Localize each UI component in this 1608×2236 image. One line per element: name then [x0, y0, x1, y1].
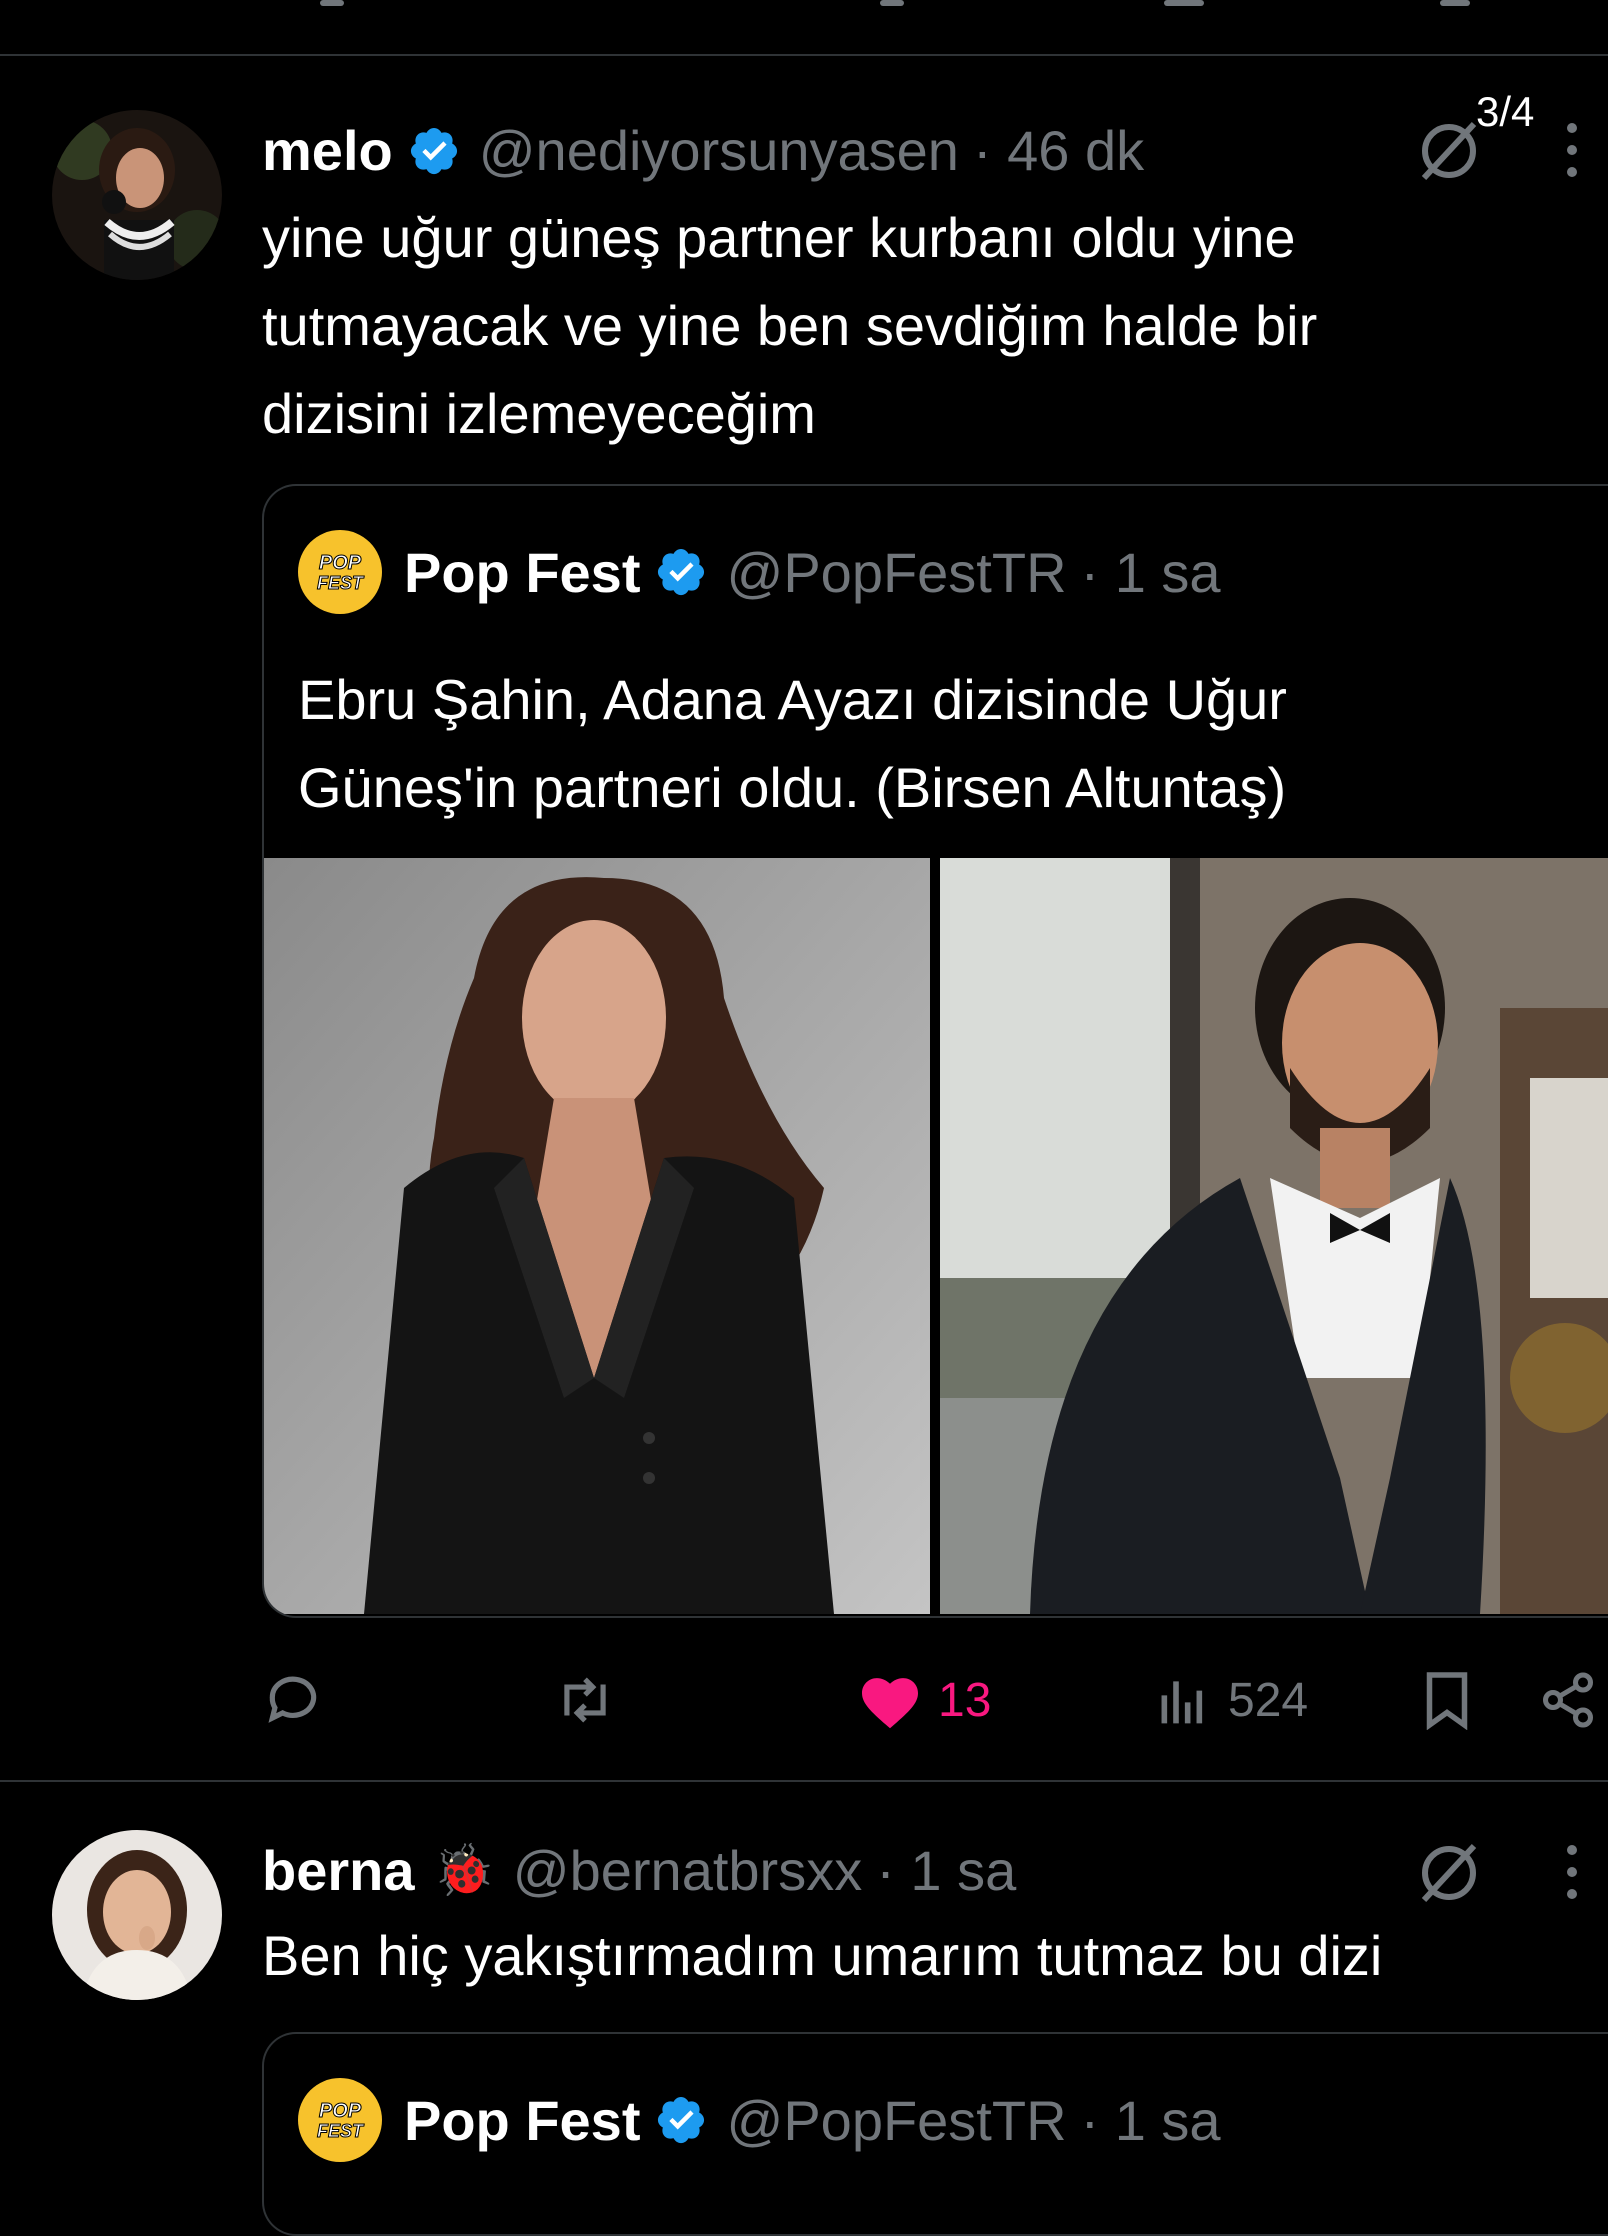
tweet-text-line: dizisini izlemeyeceğim: [262, 382, 816, 445]
tweet-header: berna 🐞 @bernatbrsxx · 1 sa: [262, 1838, 1016, 1903]
quoted-text-line: Güneş'in partneri oldu. (Birsen Altuntaş…: [298, 756, 1287, 819]
quoted-timestamp: · 1 sa: [1080, 2088, 1221, 2152]
verified-badge-icon: [658, 548, 705, 596]
timestamp[interactable]: · 1 sa: [876, 1838, 1016, 1903]
avatar[interactable]: [52, 110, 222, 280]
bookmark-button[interactable]: [1420, 1650, 1474, 1750]
views-button[interactable]: 524: [1154, 1650, 1308, 1750]
quoted-timestamp: · 1 sa: [1080, 540, 1221, 604]
svg-text:POP: POP: [319, 2100, 362, 2122]
timestamp[interactable]: · 46 dk: [973, 118, 1144, 183]
popfest-logo[interactable]: POP FEST: [298, 2078, 382, 2162]
tweet[interactable]: berna 🐞 @bernatbrsxx · 1 sa Ben hiç yakı…: [0, 1782, 1608, 2236]
more-icon[interactable]: [1562, 1840, 1582, 1904]
tweet-text-line: yine uğur güneş partner kurbanı oldu yin…: [262, 206, 1296, 269]
quoted-text-line: Ebru Şahin, Adana Ayazı dizisinde Uğur: [298, 668, 1287, 731]
svg-text:POP: POP: [319, 552, 362, 574]
tweet-text: yine uğur güneş partner kurbanı oldu yin…: [262, 194, 1582, 458]
display-name[interactable]: melo: [262, 118, 393, 183]
verified-badge-icon: [658, 2096, 705, 2144]
more-icon[interactable]: [1562, 118, 1582, 182]
media-photo-man[interactable]: [940, 858, 1608, 1614]
reply-button[interactable]: [262, 1650, 340, 1750]
tweet-header: melo @nediyorsunyasen · 46 dk: [262, 118, 1144, 183]
repost-icon: [564, 1677, 606, 1723]
views-icon: [1161, 1681, 1203, 1724]
quoted-tweet[interactable]: POP FEST Pop Fest @PopFestTR · 1 sa Ebru…: [262, 484, 1608, 1618]
handle[interactable]: @nediyorsunyasen: [479, 118, 959, 183]
quoted-display-name: Pop Fest: [404, 2088, 641, 2152]
views-count: 524: [1228, 1673, 1309, 1727]
tweet-text-line: tutmayacak ve yine ben sevdiğim halde bi…: [262, 294, 1318, 357]
quoted-tweet[interactable]: POP FEST Pop Fest @PopFestTR · 1 sa: [262, 2032, 1608, 2236]
handle[interactable]: @bernatbrsxx: [513, 1838, 862, 1903]
share-button[interactable]: [1538, 1650, 1598, 1750]
display-name[interactable]: berna: [262, 1838, 415, 1903]
bookmark-icon: [1426, 1672, 1468, 1730]
grok-icon[interactable]: [1414, 1838, 1484, 1908]
ladybug-emoji: 🐞: [432, 1841, 495, 1899]
verified-badge-icon: [410, 127, 457, 174]
svg-text:FEST: FEST: [317, 573, 365, 593]
media-photo-woman[interactable]: [264, 858, 930, 1614]
quoted-handle: @PopFestTR: [726, 540, 1067, 604]
reply-icon: [268, 1676, 317, 1723]
quoted-handle: @PopFestTR: [726, 2088, 1067, 2152]
like-count: 13: [938, 1673, 992, 1727]
grok-icon[interactable]: [1414, 116, 1484, 186]
svg-text:FEST: FEST: [317, 2121, 365, 2141]
action-bar: 13 524: [262, 1650, 1608, 1750]
repost-button[interactable]: [552, 1650, 634, 1750]
quoted-display-name: Pop Fest: [404, 540, 641, 604]
quoted-tweet-header: POP FEST Pop Fest @PopFestTR · 1 sa: [298, 2078, 1221, 2162]
quoted-tweet-text: Ebru Şahin, Adana Ayazı dizisinde Uğur G…: [298, 656, 1287, 832]
like-button[interactable]: 13: [858, 1650, 991, 1750]
avatar[interactable]: [52, 1830, 222, 2000]
popfest-logo[interactable]: POP FEST: [298, 530, 382, 614]
tweet[interactable]: melo @nediyorsunyasen · 46 dk yine uğur …: [0, 0, 1608, 1780]
share-icon: [1543, 1672, 1593, 1728]
tweet-text: Ben hiç yakıştırmadım umarım tutmaz bu d…: [262, 1924, 1383, 1987]
like-icon: [862, 1678, 918, 1729]
quoted-tweet-header: POP FEST Pop Fest @PopFestTR · 1 sa: [298, 530, 1221, 614]
